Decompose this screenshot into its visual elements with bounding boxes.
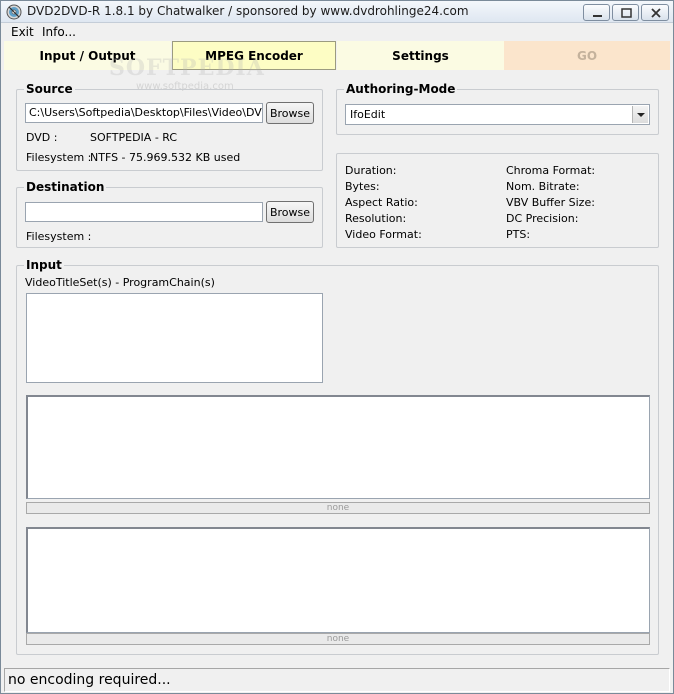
source-group: Source C:\Users\Softpedia\Desktop\Files\… <box>16 82 323 171</box>
destination-filesystem-label: Filesystem : <box>26 230 92 243</box>
source-dvd-value: SOFTPEDIA - RC <box>90 131 178 144</box>
softpedia-watermark: SOFTPEDIA <box>109 55 265 81</box>
input-listbox-2[interactable] <box>26 527 650 633</box>
destination-group: Destination Browse Filesystem : <box>16 180 323 248</box>
info-duration-label: Duration: <box>345 164 397 177</box>
tab-go[interactable]: GO <box>504 41 670 70</box>
video-info-group: Duration: Bytes: Aspect Ratio: Resolutio… <box>336 153 659 248</box>
menu-bar: Exit Info... <box>1 23 673 41</box>
destination-browse-button[interactable]: Browse <box>266 201 314 223</box>
authoring-mode-select[interactable]: IfoEdit <box>345 104 650 125</box>
info-chroma-format-label: Chroma Format: <box>506 164 596 177</box>
title-bar: DVD2DVD-R 1.8.1 by Chatwalker / sponsore… <box>1 1 673 23</box>
main-window: DVD2DVD-R 1.8.1 by Chatwalker / sponsore… <box>0 0 674 694</box>
input-group: Input VideoTitleSet(s) - ProgramChain(s)… <box>16 258 659 655</box>
tab-settings[interactable]: Settings <box>337 41 504 70</box>
destination-title: Destination <box>24 180 107 194</box>
input-listbox-1[interactable] <box>26 395 650 499</box>
vts-pgc-label: VideoTitleSet(s) - ProgramChain(s) <box>25 276 215 289</box>
source-filesystem-value: NTFS - 75.969.532 KB used <box>90 151 241 164</box>
source-path-input[interactable]: C:\Users\Softpedia\Desktop\Files\Video\D… <box>25 103 263 123</box>
vts-pgc-listbox[interactable] <box>26 293 323 383</box>
info-nom-bitrate-label: Nom. Bitrate: <box>506 180 580 193</box>
source-dvd-label: DVD : <box>26 131 58 144</box>
source-filesystem-label: Filesystem : <box>26 151 92 164</box>
maximize-button[interactable] <box>612 4 639 21</box>
authoring-mode-title: Authoring-Mode <box>344 82 458 96</box>
app-disc-icon <box>6 4 22 20</box>
authoring-mode-selected: IfoEdit <box>350 108 386 121</box>
info-pts-label: PTS: <box>506 228 531 241</box>
info-video-format-label: Video Format: <box>345 228 422 241</box>
info-vbv-buffer-label: VBV Buffer Size: <box>506 196 595 209</box>
source-browse-button[interactable]: Browse <box>266 102 314 124</box>
input-title: Input <box>24 258 64 272</box>
window-title: DVD2DVD-R 1.8.1 by Chatwalker / sponsore… <box>27 4 469 18</box>
main-tabs: Input / Output MPEG Encoder Settings GO <box>4 41 670 70</box>
close-button[interactable] <box>641 4 669 21</box>
destination-path-input[interactable] <box>25 202 263 222</box>
status-bar: no encoding required... <box>4 668 670 692</box>
menu-exit[interactable]: Exit <box>11 25 34 39</box>
info-resolution-label: Resolution: <box>345 212 407 225</box>
info-dc-precision-label: DC Precision: <box>506 212 579 225</box>
info-bytes-label: Bytes: <box>345 180 380 193</box>
chevron-down-icon[interactable] <box>632 106 648 123</box>
menu-info[interactable]: Info... <box>42 25 76 39</box>
status-text: no encoding required... <box>8 672 171 688</box>
info-aspect-ratio-label: Aspect Ratio: <box>345 196 418 209</box>
minimize-button[interactable] <box>583 4 610 21</box>
authoring-mode-group: Authoring-Mode IfoEdit <box>336 82 659 135</box>
source-title: Source <box>24 82 75 96</box>
progress-bar-1: none <box>26 502 650 514</box>
progress-bar-2: none <box>26 633 650 645</box>
